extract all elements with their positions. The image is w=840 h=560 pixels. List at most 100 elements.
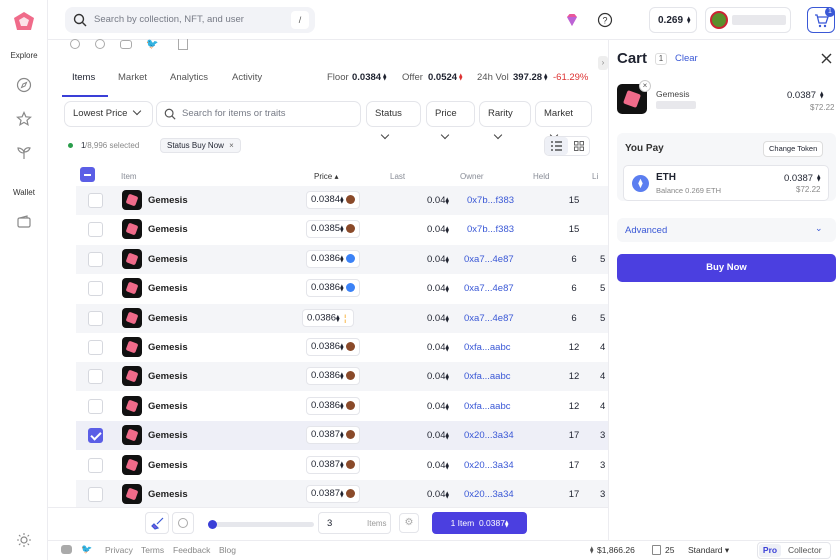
- profile-icon[interactable]: [70, 39, 80, 49]
- row-checkbox[interactable]: [88, 310, 103, 326]
- balance-button[interactable]: 0.269 ⧫: [649, 7, 697, 33]
- tab-market[interactable]: Market: [118, 72, 147, 83]
- table-row[interactable]: Gemesis 0.0386⧫ ¦ 0.04⧫ 0xa7...4e87 6 5: [76, 303, 608, 333]
- balance-value: 0.269: [658, 15, 684, 26]
- owner-link[interactable]: 0xfa...aabc: [464, 342, 510, 353]
- remove-item-button[interactable]: ×: [639, 80, 651, 92]
- table-row[interactable]: Gemesis 0.0386⧫ 0.04⧫ 0xa7...4e87 6 5: [76, 244, 608, 274]
- account-button[interactable]: [705, 7, 791, 33]
- gem-icon[interactable]: [564, 12, 580, 28]
- settings-button[interactable]: [172, 512, 194, 534]
- terms-link[interactable]: Terms: [141, 545, 164, 555]
- star-icon[interactable]: [16, 111, 32, 127]
- gas-pump-icon: [652, 545, 661, 555]
- owner-link[interactable]: 0xa7...4e87: [464, 254, 514, 265]
- sort-dropdown[interactable]: Lowest Price: [64, 101, 153, 127]
- theme-toggle-icon[interactable]: [16, 532, 32, 548]
- marketplace-icon: [345, 430, 355, 440]
- owner-link[interactable]: 0xfa...aabc: [464, 401, 510, 412]
- row-checkbox[interactable]: [88, 340, 103, 355]
- slider-thumb[interactable]: [208, 520, 217, 529]
- clear-cart-button[interactable]: Clear: [675, 53, 698, 64]
- pro-mode-button[interactable]: Pro: [759, 544, 781, 557]
- help-icon[interactable]: ?: [597, 12, 613, 28]
- market-filter[interactable]: Market: [535, 101, 592, 140]
- tab-analytics[interactable]: Analytics: [170, 72, 208, 83]
- select-all-checkbox[interactable]: [80, 167, 95, 182]
- price-cell: 0.0386⧫: [306, 367, 360, 386]
- gas-mode-dropdown[interactable]: Standard ▾: [688, 545, 729, 556]
- table-row[interactable]: Gemesis 0.0386⧫ 0.04⧫ 0xfa...aabc 12 4: [76, 392, 608, 421]
- quantity-input[interactable]: 3 Items: [318, 512, 391, 534]
- website-icon[interactable]: [95, 39, 105, 49]
- table-row[interactable]: Gemesis 0.0384⧫ 0.04⧫ 0x7b...f383 15: [76, 186, 608, 215]
- table-row[interactable]: Gemesis 0.0387⧫ 0.04⧫ 0x20...3a34 17 3: [76, 421, 608, 451]
- col-price[interactable]: Price ▴: [314, 172, 338, 181]
- owner-link[interactable]: 0x20...3a34: [464, 489, 514, 500]
- table-row[interactable]: Gemesis 0.0386⧫ 0.04⧫ 0xa7...4e87 6 5: [76, 274, 608, 303]
- owner-link[interactable]: 0x7b...f383: [467, 224, 514, 235]
- twitter-icon[interactable]: 🐦: [81, 544, 92, 555]
- row-checkbox[interactable]: [88, 398, 103, 414]
- row-checkbox[interactable]: [88, 193, 103, 208]
- table-row[interactable]: Gemesis 0.0387⧫ 0.04⧫ 0x20...3a34 17 3: [76, 451, 608, 480]
- blog-link[interactable]: Blog: [219, 545, 236, 555]
- status-chip[interactable]: Status Buy Now ×: [160, 138, 241, 153]
- tab-items[interactable]: Items: [72, 72, 95, 83]
- chevron-down-icon: [440, 130, 450, 140]
- buy-items-button[interactable]: 1 Item 0.0387⧫: [432, 512, 527, 534]
- app-logo[interactable]: [12, 10, 36, 34]
- rarity-filter-label: Rarity: [488, 108, 513, 119]
- row-checkbox[interactable]: [88, 222, 103, 238]
- close-icon[interactable]: [821, 53, 832, 64]
- row-checkbox[interactable]: [88, 428, 103, 444]
- owner-link[interactable]: 0xa7...4e87: [464, 313, 514, 324]
- row-checkbox[interactable]: [88, 457, 103, 473]
- advanced-section[interactable]: Advanced ⌄: [617, 218, 836, 242]
- row-checkbox[interactable]: [88, 369, 103, 385]
- owner-link[interactable]: 0xa7...4e87: [464, 283, 514, 294]
- table-row[interactable]: Gemesis 0.0385⧫ 0.04⧫ 0x7b...f383 15: [76, 215, 608, 244]
- privacy-link[interactable]: Privacy: [105, 545, 133, 555]
- row-checkbox[interactable]: [88, 487, 103, 502]
- discord-icon[interactable]: [120, 40, 132, 49]
- compass-icon[interactable]: [16, 77, 32, 93]
- sweep-button[interactable]: [145, 512, 169, 534]
- collapse-panel-button[interactable]: ›: [598, 56, 608, 70]
- table-row[interactable]: Gemesis 0.0386⧫ 0.04⧫ 0xfa...aabc 12 4: [76, 362, 608, 392]
- twitter-icon[interactable]: 🐦: [146, 39, 158, 50]
- buy-now-button[interactable]: Buy Now: [617, 254, 836, 282]
- table-row[interactable]: Gemesis 0.0386⧫ 0.04⧫ 0xfa...aabc 12 4: [76, 333, 608, 362]
- row-checkbox[interactable]: [88, 251, 103, 267]
- table-row[interactable]: Gemesis 0.0387⧫ 0.04⧫ 0x20...3a34 17 3: [76, 480, 608, 509]
- change-token-button[interactable]: Change Token: [763, 141, 824, 157]
- global-search-input[interactable]: Search by collection, NFT, and user /: [65, 7, 315, 33]
- quantity-slider[interactable]: [208, 520, 314, 529]
- wallet-icon[interactable]: [16, 214, 32, 230]
- close-icon[interactable]: ×: [229, 141, 234, 150]
- feedback-link[interactable]: Feedback: [173, 545, 210, 555]
- tab-activity[interactable]: Activity: [232, 72, 262, 83]
- rarity-filter[interactable]: Rarity: [479, 101, 531, 140]
- owner-link[interactable]: 0x7b...f383: [467, 195, 514, 206]
- col-listed: Li: [592, 172, 599, 181]
- item-search-input[interactable]: Search for items or traits: [156, 101, 361, 127]
- item-search-placeholder: Search for items or traits: [182, 108, 286, 119]
- status-filter[interactable]: Status: [366, 101, 421, 140]
- collector-mode-button[interactable]: Collector: [788, 545, 822, 555]
- item-name: Gemesis: [148, 489, 188, 500]
- discord-icon[interactable]: [61, 545, 72, 554]
- owner-link[interactable]: 0xfa...aabc: [464, 371, 510, 382]
- last-price: 0.04⧫: [427, 283, 449, 294]
- price-filter[interactable]: Price: [426, 101, 475, 140]
- nft-thumbnail: [122, 395, 142, 416]
- owner-link[interactable]: 0x20...3a34: [464, 460, 514, 471]
- pay-token-row[interactable]: ⧫ ETH Balance 0.269 ETH 0.0387 ⧫ $72.22: [623, 165, 829, 201]
- row-checkbox[interactable]: [88, 281, 103, 297]
- share-icon[interactable]: [178, 39, 188, 50]
- cart-button[interactable]: 1: [807, 7, 835, 33]
- sprout-icon[interactable]: [16, 145, 32, 161]
- grid-icon[interactable]: [574, 141, 584, 151]
- gear-icon[interactable]: ⚙: [399, 513, 419, 533]
- owner-link[interactable]: 0x20...3a34: [464, 430, 514, 441]
